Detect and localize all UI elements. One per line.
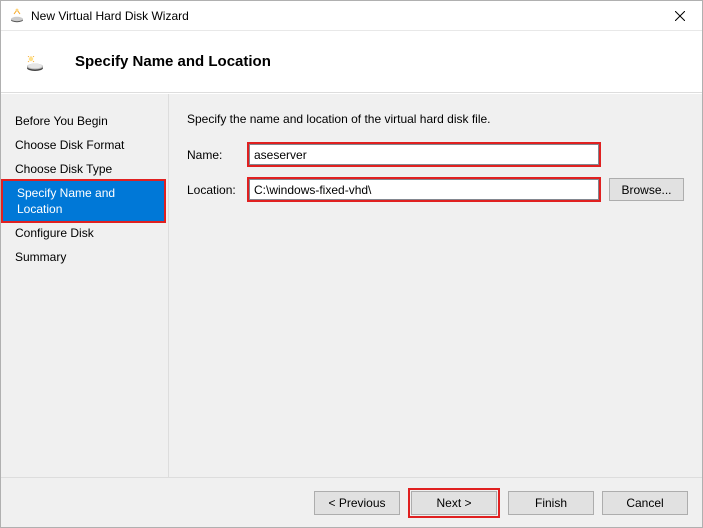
main-panel: Specify the name and location of the vir… (168, 94, 702, 477)
instruction-text: Specify the name and location of the vir… (187, 112, 684, 126)
content-area: Before You Begin Choose Disk Format Choo… (1, 94, 702, 477)
location-input[interactable] (249, 179, 599, 200)
name-input[interactable] (249, 144, 599, 165)
location-label: Location: (187, 183, 247, 197)
sidebar-item-specify-name-location[interactable]: Specify Name and Location (3, 181, 164, 221)
name-label: Name: (187, 148, 247, 162)
sidebar-active-highlight: Specify Name and Location (1, 179, 166, 223)
browse-button[interactable]: Browse... (609, 178, 684, 201)
sidebar-item-configure-disk[interactable]: Configure Disk (1, 221, 168, 245)
window-title: New Virtual Hard Disk Wizard (31, 9, 657, 23)
app-icon (9, 8, 25, 24)
next-button[interactable]: Next > (411, 491, 497, 515)
page-title: Specify Name and Location (75, 53, 271, 70)
name-row: Name: (187, 142, 684, 167)
previous-button[interactable]: < Previous (314, 491, 400, 515)
sidebar-item-summary[interactable]: Summary (1, 245, 168, 269)
wizard-footer: < Previous Next > Finish Cancel (1, 477, 702, 527)
wizard-steps-sidebar: Before You Begin Choose Disk Format Choo… (1, 94, 168, 477)
next-button-highlight: Next > (408, 488, 500, 518)
cancel-button[interactable]: Cancel (602, 491, 688, 515)
finish-button[interactable]: Finish (508, 491, 594, 515)
sidebar-item-choose-disk-format[interactable]: Choose Disk Format (1, 133, 168, 157)
wizard-header: Specify Name and Location (1, 31, 702, 93)
location-input-highlight (247, 177, 601, 202)
location-row: Location: Browse... (187, 177, 684, 202)
titlebar: New Virtual Hard Disk Wizard (1, 1, 702, 31)
name-input-highlight (247, 142, 601, 167)
close-button[interactable] (657, 1, 702, 31)
sidebar-item-before-you-begin[interactable]: Before You Begin (1, 109, 168, 133)
disk-icon (25, 56, 45, 72)
sidebar-item-choose-disk-type[interactable]: Choose Disk Type (1, 157, 168, 181)
